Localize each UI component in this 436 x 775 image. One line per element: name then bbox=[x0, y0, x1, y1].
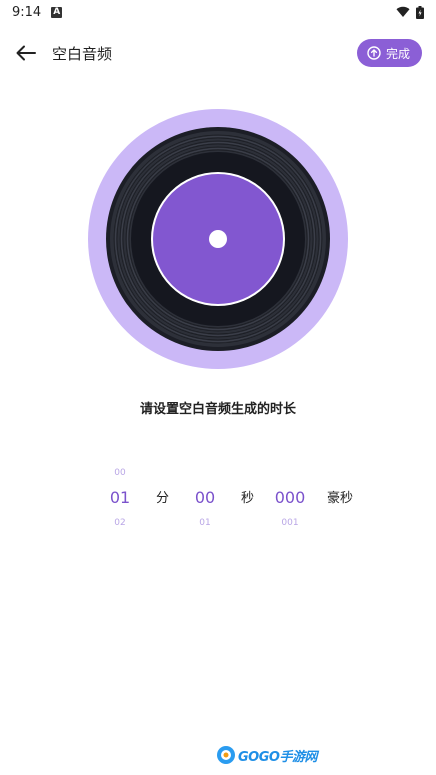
minutes-wheel[interactable]: 00 01 02 bbox=[100, 466, 140, 530]
wifi-icon bbox=[396, 6, 410, 17]
status-time: 9:14 bbox=[12, 4, 42, 20]
seconds-next-value: 01 bbox=[199, 518, 211, 528]
duration-prompt: 请设置空白音频生成的时长 bbox=[139, 402, 296, 417]
milliseconds-wheel[interactable]: 000 001 bbox=[268, 466, 312, 530]
milliseconds-prev-value bbox=[268, 466, 312, 480]
minutes-prev-value: 00 bbox=[114, 468, 126, 478]
seconds-unit-label: 秒 bbox=[241, 491, 255, 506]
minutes-next-value: 02 bbox=[114, 518, 126, 528]
done-button-label: 完成 bbox=[385, 46, 410, 61]
watermark: GOGO手游网 bbox=[216, 744, 317, 766]
seconds-prev-value bbox=[185, 466, 225, 480]
back-button[interactable] bbox=[14, 41, 38, 65]
watermark-logo-icon bbox=[217, 746, 235, 764]
milliseconds-unit-label: 豪秒 bbox=[327, 491, 354, 506]
milliseconds-current-value: 000 bbox=[274, 488, 306, 507]
watermark-text: GOGO手游网 bbox=[238, 749, 317, 765]
status-bar: 9:14 A bbox=[0, 0, 436, 24]
app-bar: 空白音频 完成 bbox=[0, 34, 436, 72]
minutes-unit-label: 分 bbox=[156, 491, 170, 506]
arrow-left-icon bbox=[16, 45, 36, 61]
seconds-wheel[interactable]: 00 01 bbox=[185, 466, 225, 530]
done-button[interactable]: 完成 bbox=[356, 39, 422, 67]
notification-icon: A bbox=[51, 6, 63, 18]
page-title: 空白音频 bbox=[52, 44, 113, 63]
seconds-current-value: 00 bbox=[194, 488, 216, 507]
screen: 9:14 A 空白音频 完成 请设置空白音频生成的时长 00 01 02 分 0… bbox=[0, 0, 436, 775]
vinyl-record bbox=[88, 109, 348, 369]
milliseconds-next-value: 001 bbox=[281, 518, 299, 528]
battery-icon bbox=[416, 5, 424, 19]
minutes-current-value: 01 bbox=[109, 488, 131, 507]
vinyl-record-graphic bbox=[88, 109, 348, 369]
upload-icon bbox=[367, 46, 381, 60]
status-icons bbox=[396, 5, 424, 19]
